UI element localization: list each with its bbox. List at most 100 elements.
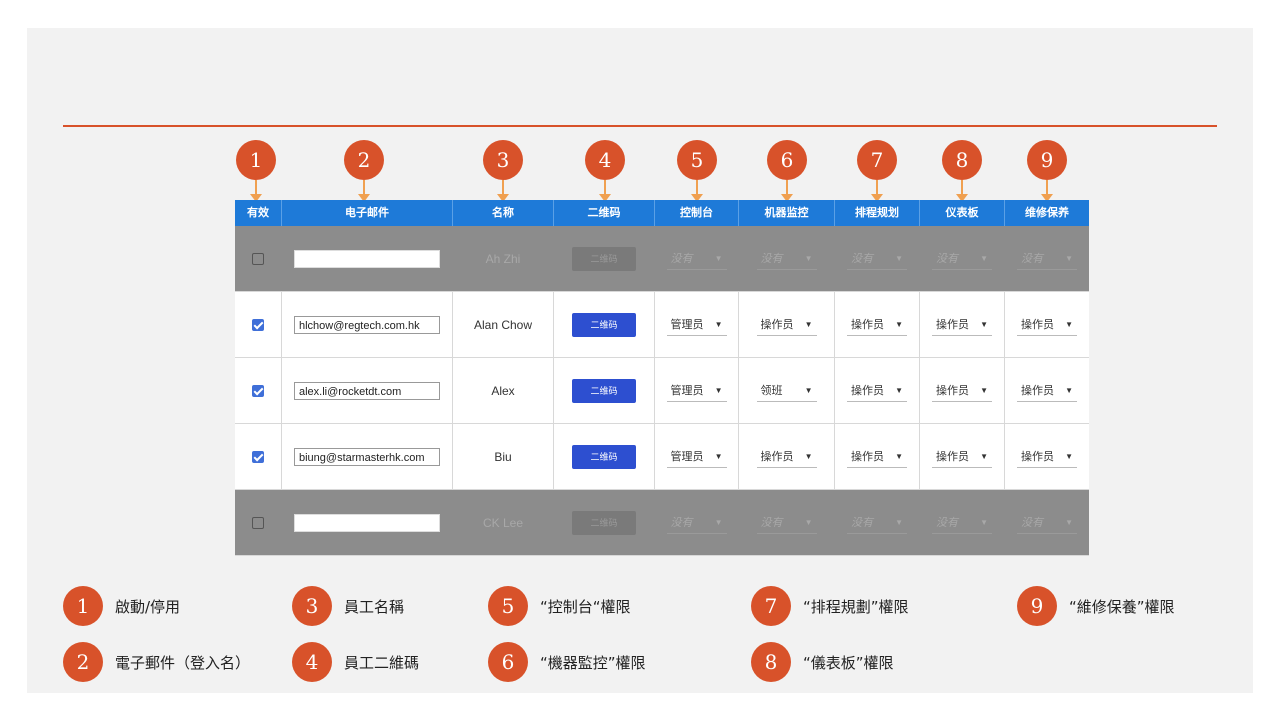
col-header-scheduling: 排程规划: [835, 200, 920, 226]
callout-badge-4: 4: [585, 140, 625, 180]
maintenance-role-select[interactable]: 操作员 ▼: [1017, 380, 1077, 402]
scheduling-role-select[interactable]: 没有 ▼: [847, 512, 907, 534]
col-header-name: 名称: [453, 200, 554, 226]
legend-badge: 5: [488, 586, 528, 626]
legend-item: 9 “維修保養”權限: [1017, 586, 1175, 626]
legend-text: “機器監控”權限: [540, 653, 646, 672]
legend-text: 員工名稱: [344, 597, 405, 616]
legend-text: “維修保養”權限: [1069, 597, 1175, 616]
maintenance-role-select[interactable]: 没有 ▼: [1017, 248, 1077, 270]
arrow-down-icon: [497, 180, 509, 202]
email-field[interactable]: biung@starmasterhk.com: [294, 447, 440, 466]
callout-badge-5: 5: [677, 140, 717, 180]
active-checkbox[interactable]: [252, 516, 264, 529]
arrow-down-icon: [956, 180, 968, 202]
col-header-console: 控制台: [655, 200, 739, 226]
caret-down-icon: ▼: [980, 517, 988, 527]
qr-code-button[interactable]: 二维码: [572, 378, 636, 403]
arrow-down-icon: [871, 180, 883, 202]
active-checkbox[interactable]: [252, 252, 264, 265]
user-name: CK Lee: [453, 490, 554, 555]
console-role-select[interactable]: 管理员 ▼: [666, 380, 727, 402]
caret-down-icon: ▼: [1065, 385, 1073, 395]
legend-text: “儀表板”權限: [803, 653, 894, 672]
maintenance-role-select[interactable]: 没有 ▼: [1017, 512, 1077, 534]
arrow-down-icon: [599, 180, 611, 202]
legend-item: 2 電子郵件（登入名）: [63, 642, 250, 682]
col-header-machine-monitor: 机器监控: [739, 200, 835, 226]
legend-badge: 6: [488, 642, 528, 682]
caret-down-icon: ▼: [895, 451, 903, 461]
scheduling-role-select[interactable]: 操作员 ▼: [847, 380, 907, 402]
machine-monitor-role-select[interactable]: 操作员 ▼: [756, 446, 817, 468]
caret-down-icon: ▼: [804, 319, 813, 329]
caret-down-icon: ▼: [980, 451, 988, 461]
caret-down-icon: ▼: [714, 319, 723, 329]
dashboard-role-select[interactable]: 操作员 ▼: [932, 446, 992, 468]
col-header-dashboard: 仪表板: [920, 200, 1005, 226]
console-role-select[interactable]: 管理员 ▼: [666, 446, 727, 468]
machine-monitor-role-select[interactable]: 没有 ▼: [756, 248, 817, 270]
callout-badge-1: 1: [236, 140, 276, 180]
user-permission-table: 有效 电子邮件 名称 二维码 控制台 机器监控 排程规划 仪表板 维修保养 Ah…: [235, 200, 1089, 556]
maintenance-role-select[interactable]: 操作员 ▼: [1017, 446, 1077, 468]
col-header-email: 电子邮件: [282, 200, 453, 226]
console-role-select[interactable]: 没有 ▼: [666, 248, 727, 270]
maintenance-role-select[interactable]: 操作员 ▼: [1017, 314, 1077, 336]
callout-badge-7: 7: [857, 140, 897, 180]
dashboard-role-select[interactable]: 没有 ▼: [932, 512, 992, 534]
caret-down-icon: ▼: [895, 385, 903, 395]
table-row: Ah Zhi 二维码 没有 ▼ 没有 ▼ 没有 ▼ 没有 ▼ 没有 ▼: [235, 226, 1089, 292]
scheduling-role-select[interactable]: 没有 ▼: [847, 248, 907, 270]
legend-badge: 8: [751, 642, 791, 682]
legend-item: 8 “儀表板”權限: [751, 642, 894, 682]
qr-code-button[interactable]: 二维码: [572, 312, 636, 337]
machine-monitor-role-select[interactable]: 没有 ▼: [756, 512, 817, 534]
table-row: hlchow@regtech.com.hk Alan Chow 二维码 管理员 ▼…: [235, 292, 1089, 358]
title-divider: [63, 125, 1217, 127]
machine-monitor-role-select[interactable]: 操作员 ▼: [756, 314, 817, 336]
qr-code-button[interactable]: 二维码: [572, 510, 636, 535]
email-field[interactable]: [294, 249, 440, 268]
dashboard-role-select[interactable]: 没有 ▼: [932, 248, 992, 270]
legend-badge: 2: [63, 642, 103, 682]
table-header: 有效 电子邮件 名称 二维码 控制台 机器监控 排程规划 仪表板 维修保养: [235, 200, 1089, 226]
caret-down-icon: ▼: [895, 517, 903, 527]
dashboard-role-select[interactable]: 操作员 ▼: [932, 380, 992, 402]
user-name: Alan Chow: [453, 292, 554, 357]
caret-down-icon: ▼: [714, 253, 723, 263]
dashboard-role-select[interactable]: 操作员 ▼: [932, 314, 992, 336]
caret-down-icon: ▼: [980, 385, 988, 395]
legend-item: 1 啟動/停用: [63, 586, 180, 626]
legend-badge: 7: [751, 586, 791, 626]
caret-down-icon: ▼: [895, 319, 903, 329]
arrow-down-icon: [250, 180, 262, 202]
console-role-select[interactable]: 管理员 ▼: [666, 314, 727, 336]
email-field[interactable]: hlchow@regtech.com.hk: [294, 315, 440, 334]
legend-text: 員工二維碼: [344, 653, 420, 672]
legend-badge: 3: [292, 586, 332, 626]
table-row: alex.li@rocketdt.com Alex 二维码 管理员 ▼ 领班 ▼ 操…: [235, 358, 1089, 424]
active-checkbox[interactable]: [252, 450, 264, 463]
active-checkbox[interactable]: [252, 384, 264, 397]
arrow-down-icon: [358, 180, 370, 202]
callout-badge-8: 8: [942, 140, 982, 180]
active-checkbox[interactable]: [252, 318, 264, 331]
caret-down-icon: ▼: [804, 517, 813, 527]
caret-down-icon: ▼: [895, 253, 903, 263]
qr-code-button[interactable]: 二维码: [572, 444, 636, 469]
email-field[interactable]: alex.li@rocketdt.com: [294, 381, 440, 400]
caret-down-icon: ▼: [714, 517, 723, 527]
caret-down-icon: ▼: [980, 319, 988, 329]
callout-badge-2: 2: [344, 140, 384, 180]
scheduling-role-select[interactable]: 操作员 ▼: [847, 314, 907, 336]
email-field[interactable]: [294, 513, 440, 532]
machine-monitor-role-select[interactable]: 领班 ▼: [756, 380, 817, 402]
scheduling-role-select[interactable]: 操作员 ▼: [847, 446, 907, 468]
arrow-down-icon: [691, 180, 703, 202]
legend-text: “控制台“權限: [540, 597, 631, 616]
qr-code-button[interactable]: 二维码: [572, 246, 636, 271]
legend-item: 7 “排程規劃”權限: [751, 586, 909, 626]
user-name: Alex: [453, 358, 554, 423]
console-role-select[interactable]: 没有 ▼: [666, 512, 727, 534]
